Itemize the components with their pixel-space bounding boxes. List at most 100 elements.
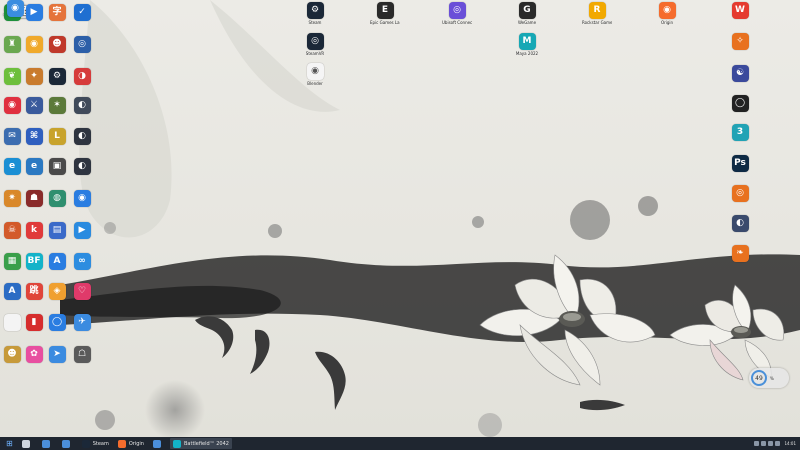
- desktop-icon[interactable]: ◐: [67, 97, 97, 127]
- app-icon: ◉: [3, 97, 21, 114]
- game-icon: ◎: [73, 36, 91, 53]
- system-tray: 14:01: [752, 437, 796, 450]
- app-icon: [152, 439, 161, 448]
- taskbar-item[interactable]: Battlefield™ 2042: [169, 438, 232, 449]
- taskbar-item[interactable]: [39, 438, 56, 449]
- desktop-icon[interactable]: ✓: [67, 4, 97, 34]
- taskbar-item[interactable]: [150, 438, 167, 449]
- desktop-icon-label: Epic Games Launcher: [370, 20, 400, 25]
- game-icon: ♜: [3, 36, 21, 53]
- widget-ring: 49: [751, 370, 767, 386]
- ink-lotus-wallpaper: [60, 0, 800, 437]
- game-icon: L: [48, 128, 66, 145]
- desktop-icon[interactable]: ◉ Blender: [300, 63, 330, 93]
- app-icon: ◐: [731, 215, 749, 232]
- desktop-icon[interactable]: ☯: [725, 65, 755, 95]
- epic-icon: E: [376, 2, 394, 19]
- taskbar-items: Steam Origin Battlefield™ 2042: [16, 438, 232, 449]
- desktop-icon[interactable]: ◐: [67, 128, 97, 158]
- desktop-icon[interactable]: ❧: [725, 245, 755, 275]
- app-icon: ✿: [25, 346, 43, 363]
- desktop-icon-label: Maya 2022: [515, 51, 539, 56]
- bf-icon: [172, 439, 181, 448]
- ubisoft-icon: ◎: [448, 2, 466, 19]
- app-icon: ▮: [25, 314, 43, 331]
- app-icon: ◯: [48, 314, 66, 331]
- desktop-icon-label: WeGame: [517, 20, 537, 25]
- volume-icon[interactable]: [761, 441, 767, 446]
- 3ds-icon: 3: [731, 124, 749, 141]
- desktop-icon[interactable]: Ps: [725, 155, 755, 185]
- desktop-icon[interactable]: ◎ Ubisoft Connect: [442, 2, 472, 32]
- desktop-icon[interactable]: ◯: [725, 95, 755, 125]
- app-icon: [41, 439, 50, 448]
- search-icon: [21, 439, 30, 448]
- desktop-icon[interactable]: ∞: [67, 253, 97, 283]
- desktop-icon[interactable]: G WeGame: [512, 2, 542, 32]
- desktop-icon[interactable]: R Rockstar Games: [582, 2, 612, 32]
- taskbar-item-label: Origin: [128, 440, 144, 447]
- desktop-icon-label: Ubisoft Connect: [442, 20, 472, 25]
- taskbar-item[interactable]: Steam: [79, 438, 112, 449]
- desktop-icon[interactable]: ✧: [725, 33, 755, 63]
- origin-icon: [117, 439, 126, 448]
- game-icon: ✷: [3, 190, 21, 207]
- desktop-icon-label: SteamVR: [305, 51, 325, 56]
- desktop-icon[interactable]: 3: [725, 124, 755, 154]
- game-icon: ✶: [48, 97, 66, 114]
- desktop-icon[interactable]: EEpic Games Launcher: [370, 2, 400, 32]
- desktop-icon[interactable]: W: [725, 2, 755, 32]
- app-icon: ♡: [73, 283, 91, 300]
- clock[interactable]: 14:01: [784, 441, 796, 446]
- app-icon: ◐: [73, 128, 91, 145]
- game-icon: ☠: [3, 222, 21, 239]
- rockstar-icon: R: [588, 2, 606, 19]
- desktop-icon[interactable]: ◉ Origin: [652, 2, 682, 32]
- start-button[interactable]: ⊞: [3, 438, 16, 449]
- app-icon: ❧: [731, 245, 749, 262]
- desktop-icon[interactable]: ☖: [67, 346, 97, 376]
- performance-widget[interactable]: 49 %: [749, 368, 789, 388]
- desktop-icon[interactable]: ◉: [0, 0, 30, 30]
- app-icon: ▦: [3, 253, 21, 270]
- desktop-icon[interactable]: ◉: [67, 190, 97, 220]
- taskbar-item[interactable]: [19, 438, 36, 449]
- desktop-icon[interactable]: ▶: [67, 222, 97, 252]
- app-icon: ◉: [73, 190, 91, 207]
- game-icon: ◉: [25, 36, 43, 53]
- desktop-icon[interactable]: ◑: [67, 68, 97, 98]
- app-icon: k: [25, 222, 43, 239]
- maya-icon: M: [518, 33, 536, 50]
- desktop-icon[interactable]: ◐: [67, 158, 97, 188]
- steam-icon: [81, 439, 90, 448]
- desktop-icon[interactable]: ◐: [725, 215, 755, 245]
- desktop-icon-label: Origin: [660, 20, 674, 25]
- battery-icon[interactable]: [768, 441, 774, 446]
- app-icon: ▣: [48, 158, 66, 175]
- desktop-icon[interactable]: ◎: [725, 185, 755, 215]
- app-icon: ◑: [73, 68, 91, 85]
- edge-icon: e: [3, 158, 21, 175]
- desktop-icon[interactable]: ✈: [67, 314, 97, 344]
- taskbar-item[interactable]: Origin: [115, 438, 147, 449]
- steam-icon: ⚙: [306, 2, 324, 19]
- app-icon: ◐: [73, 158, 91, 175]
- app-icon: A: [48, 253, 66, 270]
- desktop-icon[interactable]: ◎: [67, 36, 97, 66]
- edge-icon: e: [25, 158, 43, 175]
- network-icon[interactable]: [754, 441, 760, 446]
- desktop-icon[interactable]: ⚙ Steam: [300, 2, 330, 32]
- desktop-icon[interactable]: ◎ SteamVR: [300, 33, 330, 63]
- desktop-icon-label: Rockstar Games: [582, 20, 612, 25]
- app-icon: BF: [25, 253, 43, 270]
- widget-value: 49: [755, 374, 763, 382]
- desktop-icon[interactable]: ♡: [67, 283, 97, 313]
- app-icon: ▤: [48, 222, 66, 239]
- app-icon: A: [3, 283, 21, 300]
- taskbar: ⊞ Steam Origin Battlefield™ 2042 14:01: [0, 437, 800, 450]
- game-icon: ☻: [3, 346, 21, 363]
- input-method-icon[interactable]: [775, 441, 781, 446]
- taskbar-item[interactable]: [59, 438, 76, 449]
- desktop-icon[interactable]: M Maya 2022: [512, 33, 542, 63]
- app-icon: ◉: [6, 0, 24, 17]
